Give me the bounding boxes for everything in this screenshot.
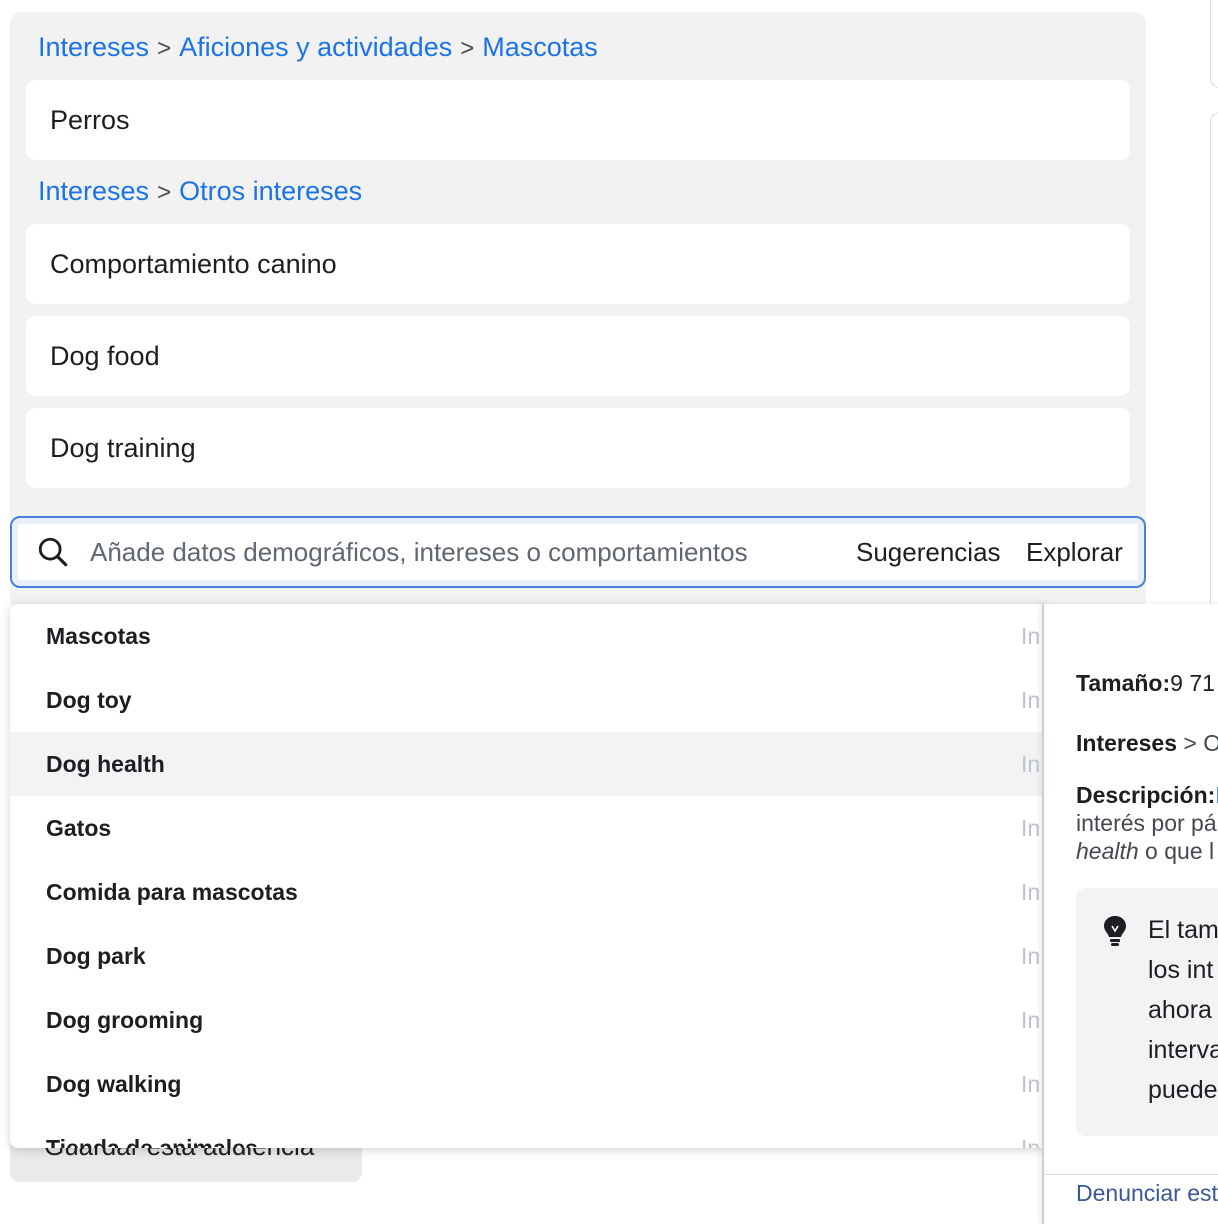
- option-type: In: [1021, 622, 1041, 649]
- option-type: In: [1021, 1134, 1041, 1149]
- size-value: 9 71: [1170, 670, 1215, 696]
- option-type: In: [1021, 686, 1041, 713]
- dropdown-option[interactable]: Dog walking In: [10, 1052, 1050, 1116]
- breadcrumb-link[interactable]: Intereses: [38, 32, 149, 62]
- tip-box: El tam los int ahora interva puede: [1076, 888, 1218, 1136]
- description-rest: o que l: [1138, 838, 1215, 864]
- interest-label: Perros: [50, 104, 130, 135]
- size-line: Tamaño:9 71: [1076, 670, 1215, 697]
- interest-label: Comportamiento canino: [50, 248, 337, 279]
- breadcrumb-separator: >: [157, 179, 172, 206]
- dropdown-option[interactable]: Dog toy In: [10, 668, 1050, 732]
- interest-detail-panel: Tamaño:9 71 Intereses > O Descripción:P …: [1042, 604, 1218, 1224]
- option-type: In: [1021, 942, 1041, 969]
- dropdown-option-highlighted[interactable]: Dog health In: [10, 732, 1050, 796]
- option-type: In: [1021, 814, 1041, 841]
- search-placeholder: Añade datos demográficos, intereses o co…: [90, 536, 748, 567]
- dropdown-option[interactable]: Mascotas In: [10, 604, 1050, 668]
- breadcrumb: Intereses > Aficiones y actividades > Mascot…: [38, 32, 598, 63]
- description-text: interés por pá: [1076, 810, 1217, 836]
- option-label: Mascotas: [46, 622, 151, 649]
- breadcrumb: Intereses > Otros intereses: [38, 176, 362, 207]
- breadcrumb-link[interactable]: Aficiones y actividades: [179, 32, 452, 62]
- tip-text: interva: [1148, 1036, 1218, 1064]
- tip-text: puede: [1148, 1076, 1218, 1104]
- search-icon: [38, 537, 68, 567]
- option-label: Dog park: [46, 942, 146, 969]
- option-label: Dog toy: [46, 686, 132, 713]
- selected-interest[interactable]: Perros: [26, 80, 1130, 160]
- tip-text: los int: [1148, 956, 1214, 984]
- option-label: Gatos: [46, 814, 112, 841]
- selected-interest[interactable]: Comportamiento canino: [26, 224, 1130, 304]
- dropdown-option[interactable]: Dog park In: [10, 924, 1050, 988]
- report-link[interactable]: Denunciar est: [1076, 1180, 1218, 1207]
- interest-label: Dog training: [50, 432, 196, 463]
- option-label: Dog grooming: [46, 1006, 204, 1033]
- option-type: In: [1021, 1070, 1041, 1097]
- dropdown-option[interactable]: Comida para mascotas In: [10, 860, 1050, 924]
- description-text: health o que l: [1076, 838, 1214, 865]
- detail-footer-divider: [1044, 1174, 1218, 1175]
- option-label: Tienda de animales: [46, 1134, 258, 1149]
- path-rest: > O: [1183, 730, 1218, 756]
- search-input[interactable]: Añade datos demográficos, intereses o co…: [18, 524, 1138, 580]
- search-field[interactable]: Añade datos demográficos, intereses o co…: [10, 516, 1146, 588]
- path-label: Intereses: [1076, 730, 1178, 756]
- selected-interest[interactable]: Dog training: [26, 408, 1130, 488]
- selected-interest[interactable]: Dog food: [26, 316, 1130, 396]
- tip-text: El tam: [1148, 916, 1218, 944]
- rail-card: [1210, 112, 1218, 634]
- rail-card: [1210, 0, 1218, 88]
- lightbulb-icon: [1104, 916, 1126, 946]
- breadcrumb-separator: >: [460, 35, 475, 62]
- option-label: Comida para mascotas: [46, 878, 298, 905]
- suggestions-dropdown: Mascotas In Dog toy In Dog health In Gat…: [10, 604, 1050, 1148]
- description-line: Descripción:P: [1076, 782, 1218, 809]
- path-line: Intereses > O: [1076, 730, 1218, 757]
- breadcrumb-link[interactable]: Otros intereses: [179, 176, 362, 206]
- description-label: Descripción:: [1076, 782, 1216, 808]
- breadcrumb-link[interactable]: Mascotas: [482, 32, 598, 62]
- option-label: Dog walking: [46, 1070, 182, 1097]
- suggestions-link[interactable]: Sugerencias: [856, 537, 1001, 568]
- option-label: Dog health: [46, 750, 165, 777]
- tip-text: ahora: [1148, 996, 1212, 1024]
- option-type: In: [1021, 750, 1041, 777]
- option-type: In: [1021, 878, 1041, 905]
- description-emphasis: health: [1076, 838, 1139, 864]
- dropdown-option[interactable]: Dog grooming In: [10, 988, 1050, 1052]
- size-label: Tamaño:: [1076, 670, 1171, 696]
- interest-label: Dog food: [50, 340, 160, 371]
- explore-link[interactable]: Explorar: [1026, 537, 1123, 568]
- dropdown-option[interactable]: Tienda de animales In: [10, 1116, 1050, 1149]
- breadcrumb-separator: >: [157, 35, 172, 62]
- option-type: In: [1021, 1006, 1041, 1033]
- dropdown-option[interactable]: Gatos In: [10, 796, 1050, 860]
- breadcrumb-link[interactable]: Intereses: [38, 176, 149, 206]
